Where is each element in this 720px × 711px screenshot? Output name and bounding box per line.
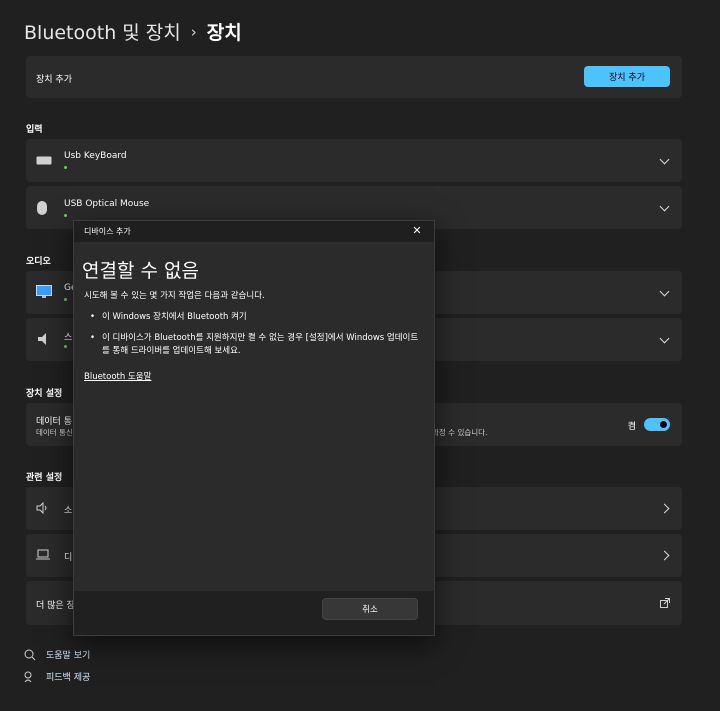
chevron-down-icon[interactable] — [661, 203, 668, 210]
list-item: 이 디바이스가 Bluetooth를 지원하지만 켤 수 없는 경우 [설정]에… — [90, 332, 420, 358]
dialog-heading: 연결할 수 없음 — [82, 260, 199, 282]
section-input-heading: 입력 — [26, 125, 43, 135]
connected-dot — [64, 166, 67, 169]
feedback-link-label: 피드백 제공 — [46, 673, 91, 683]
device-name: USB Optical Mouse — [64, 199, 150, 209]
related-label: 소 — [64, 506, 73, 516]
chevron-down-icon[interactable] — [661, 335, 668, 342]
dialog-description: 시도해 볼 수 있는 몇 가지 작업은 다음과 같습니다. — [84, 291, 265, 301]
mouse-icon — [37, 201, 47, 215]
connected-dot — [64, 298, 67, 301]
external-link-icon[interactable] — [660, 598, 670, 608]
feedback-icon — [24, 671, 32, 682]
breadcrumb-separator: › — [190, 22, 197, 41]
section-audio-heading: 오디오 — [26, 257, 51, 267]
laptop-icon — [36, 549, 50, 560]
add-device-label: 장치 추가 — [36, 75, 72, 85]
dialog-titlebar[interactable]: 디바이스 추가 ✕ — [74, 221, 434, 242]
breadcrumb-parent[interactable]: Bluetooth 및 장치 — [24, 18, 181, 45]
setting-subtitle-tail: 과정 수 있습니다. — [432, 428, 488, 437]
section-device-settings-heading: 장치 설정 — [26, 389, 63, 399]
cancel-button[interactable]: 취소 — [322, 598, 418, 620]
close-icon[interactable]: ✕ — [410, 224, 424, 237]
chevron-down-icon[interactable] — [661, 288, 668, 295]
related-label: 디 — [64, 553, 73, 563]
section-related-heading: 관련 설정 — [26, 473, 63, 483]
sound-icon — [36, 502, 47, 514]
metered-connection-toggle[interactable] — [644, 418, 670, 431]
list-item: 이 Windows 장치에서 Bluetooth 켜기 — [90, 311, 420, 324]
connected-dot — [64, 214, 67, 217]
device-row-keyboard[interactable]: Usb KeyBoard — [26, 139, 682, 182]
add-device-card: 장치 추가 장치 추가 — [26, 56, 682, 98]
monitor-icon — [36, 285, 52, 298]
device-name: 스 — [64, 333, 73, 343]
feedback-link[interactable]: 피드백 제공 — [24, 670, 90, 683]
setting-subtitle: 데이터 통신 — [36, 428, 73, 437]
help-link-label: 도움말 보기 — [46, 651, 91, 661]
connected-dot — [64, 345, 67, 348]
chevron-down-icon[interactable] — [661, 156, 668, 163]
breadcrumb: Bluetooth 및 장치 › 장치 — [24, 18, 242, 45]
speaker-icon — [38, 333, 46, 345]
chevron-right-icon[interactable] — [661, 505, 668, 512]
toggle-state-label: 켬 — [627, 422, 636, 432]
help-icon — [24, 649, 36, 660]
help-link[interactable]: 도움말 보기 — [24, 648, 90, 661]
add-device-dialog: 디바이스 추가 ✕ 연결할 수 없음 시도해 볼 수 있는 몇 가지 작업은 다… — [73, 220, 435, 636]
dialog-window-title: 디바이스 추가 — [84, 227, 131, 236]
keyboard-icon — [36, 156, 52, 165]
chevron-right-icon[interactable] — [661, 552, 668, 559]
page-title: 장치 — [206, 22, 242, 44]
add-device-button[interactable]: 장치 추가 — [584, 66, 670, 87]
setting-title: 데이터 통 — [36, 417, 72, 427]
device-name: Usb KeyBoard — [64, 151, 127, 161]
related-label: 더 많은 장 — [36, 601, 75, 611]
troubleshoot-list: 이 Windows 장치에서 Bluetooth 켜기 이 디바이스가 Blue… — [90, 311, 420, 366]
bluetooth-help-link[interactable]: Bluetooth 도움말 — [84, 370, 151, 382]
